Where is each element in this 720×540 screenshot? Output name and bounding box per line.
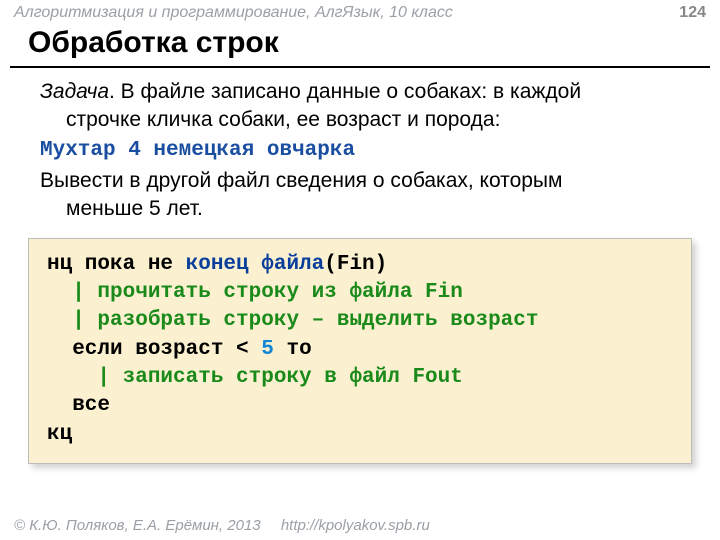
code-l4a: если возраст < bbox=[47, 338, 261, 361]
code-l4-num: 5 bbox=[261, 338, 274, 361]
code-l2: | прочитать строку из файла Fin bbox=[47, 281, 463, 304]
code-l4b: то bbox=[274, 338, 312, 361]
task-line2b: меньше 5 лет. bbox=[40, 195, 698, 223]
task-label: Задача bbox=[40, 80, 109, 103]
task-line1: Задача. В файле записано данные о собака… bbox=[40, 78, 698, 106]
code-l6: все bbox=[47, 394, 110, 417]
header-bar: Алгоритмизация и программирование, АлгЯз… bbox=[0, 0, 720, 24]
task-content: Задача. В файле записано данные о собака… bbox=[0, 78, 720, 224]
code-l7: кц bbox=[47, 423, 72, 446]
page-title: Обработка строк bbox=[10, 24, 710, 68]
footer: © К.Ю. Поляков, Е.А. Ерёмин, 2013 http:/… bbox=[14, 517, 430, 534]
code-l1-kw: нц пока не bbox=[47, 253, 186, 276]
code-l1-rest: (Fin) bbox=[324, 253, 387, 276]
code-l1-fn: конец файла bbox=[186, 253, 325, 276]
footer-url: http://kpolyakov.spb.ru bbox=[281, 517, 430, 534]
code-l5: | записать строку в файл Fout bbox=[47, 366, 463, 389]
course-label: Алгоритмизация и программирование, АлгЯз… bbox=[14, 4, 453, 22]
task-line2a: Вывести в другой файл сведения о собаках… bbox=[40, 167, 698, 195]
code-block: нц пока не конец файла(Fin) | прочитать … bbox=[28, 238, 692, 464]
task-example: Мухтар 4 немецкая овчарка bbox=[40, 137, 698, 165]
code-l3: | разобрать строку – выделить возраст bbox=[47, 309, 538, 332]
task-text1a: В файле записано данные о собаках: в каж… bbox=[121, 80, 581, 103]
page-number: 124 bbox=[679, 4, 706, 22]
copyright: © К.Ю. Поляков, Е.А. Ерёмин, 2013 bbox=[14, 517, 261, 534]
task-dot: . bbox=[109, 80, 121, 103]
task-line1b: строчке кличка собаки, ее возраст и поро… bbox=[40, 106, 698, 134]
